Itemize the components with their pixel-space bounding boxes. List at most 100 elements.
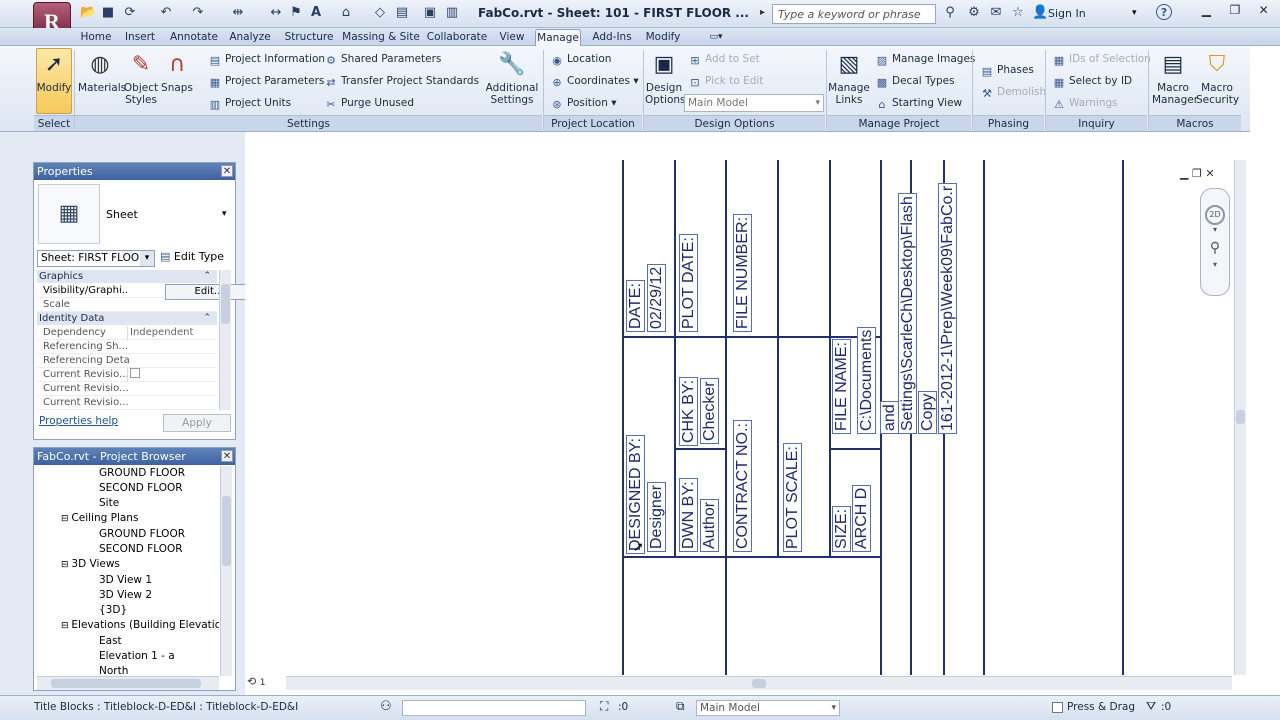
expand-arrow-icon[interactable]: ▸ — [760, 7, 765, 18]
warnings-button[interactable]: ⚠ Warnings — [1052, 94, 1118, 112]
sync-icon[interactable]: ⟳ — [122, 5, 138, 21]
user-icon[interactable]: 👤 — [1032, 5, 1048, 21]
design-options-button[interactable]: ▣ Design Options — [645, 50, 686, 106]
close-icon[interactable]: ✕ — [221, 450, 233, 462]
main-model-select[interactable]: Main Model ▾ — [684, 94, 824, 112]
demolish-button[interactable]: ⚒ Demolish — [980, 83, 1046, 101]
open-icon[interactable]: 📂 — [80, 5, 96, 21]
manage-links-button[interactable]: ▧ Manage Links — [828, 50, 870, 106]
tab-analyze[interactable]: Analyze — [226, 29, 274, 46]
close-view-button[interactable]: ✕ — [1205, 167, 1214, 180]
section-icon[interactable]: ◇ — [372, 5, 388, 21]
edit-type-button[interactable]: ▤ Edit Type — [160, 250, 224, 263]
switch-windows-icon[interactable]: ▣ — [422, 5, 438, 21]
view-scale-icon[interactable]: 1 — [260, 678, 266, 688]
tree-item[interactable]: SECOND FLOOR — [37, 542, 219, 557]
shared-parameters-button[interactable]: ⚙ Shared Parameters — [324, 50, 441, 68]
restore-button[interactable]: ❐ — [1221, 0, 1250, 22]
drawing-canvas[interactable]: DATE: 02/29/12 PLOT DATE: FILE NUMBER: D… — [245, 160, 1232, 675]
press-drag-checkbox[interactable] — [1052, 702, 1063, 713]
canvas-h-scrollbar[interactable] — [286, 676, 1232, 690]
collapse-node-icon[interactable]: ⊟ — [61, 621, 71, 631]
tree-item[interactable]: ⊟ Elevations (Building Elevation) — [37, 618, 219, 634]
collapse-node-icon[interactable]: ⊟ — [61, 514, 71, 524]
favorites-icon[interactable]: ☆ — [1010, 5, 1026, 21]
group-identity-data[interactable]: Identity Data ⌃ — [37, 312, 217, 325]
steering-wheel-icon[interactable]: 2D — [1205, 205, 1225, 225]
communication-icon[interactable]: ✉ — [988, 5, 1004, 21]
apply-button[interactable]: Apply — [163, 414, 231, 432]
tab-modify[interactable]: Modify — [644, 29, 682, 46]
tag-icon[interactable]: ⚑ — [288, 5, 304, 21]
3d-view-icon[interactable]: ⌂ — [338, 5, 354, 21]
subscription-icon[interactable]: ⚙ — [966, 5, 982, 21]
tab-annotate[interactable]: Annotate — [168, 29, 220, 46]
tree-item[interactable]: ⊟ 3D Views — [37, 557, 219, 573]
save-icon[interactable]: ■ — [100, 5, 116, 21]
workset-field[interactable] — [402, 700, 586, 716]
undo-icon[interactable]: ↶ — [158, 5, 174, 21]
tree-item[interactable]: Site — [37, 496, 219, 511]
zoom-icon[interactable]: ⚲ — [1208, 240, 1222, 260]
tab-insert[interactable]: Insert — [120, 29, 160, 46]
browser-h-scrollbar[interactable] — [37, 676, 219, 690]
detail-line-icon[interactable]: ▤ — [394, 5, 410, 21]
object-styles-button[interactable]: ✎ Object Styles — [122, 50, 160, 106]
tab-view[interactable]: View — [496, 29, 528, 46]
macro-manager-button[interactable]: ▤ Macro Manager — [1152, 50, 1198, 106]
measure-icon[interactable]: ⇹ — [230, 5, 246, 21]
checkbox[interactable] — [130, 368, 140, 378]
pick-to-edit-button[interactable]: ⊡ Pick to Edit — [688, 72, 763, 90]
tree-item[interactable]: {3D} — [37, 603, 219, 618]
worksets-icon[interactable]: ⚇ — [380, 699, 392, 714]
close-hidden-icon[interactable]: ▥ — [444, 5, 460, 21]
type-selector-chevron-icon[interactable]: ▾ — [222, 209, 227, 219]
project-information-button[interactable]: ▤ Project Information — [208, 50, 325, 68]
macro-security-button[interactable]: ⛉ Macro Security — [1196, 50, 1239, 106]
close-button[interactable]: ✕ — [1249, 0, 1278, 22]
tree-item[interactable]: Elevation 1 - a — [37, 649, 219, 664]
sign-in-button[interactable]: Sign In — [1048, 7, 1086, 20]
restore-view-button[interactable]: ❐ — [1192, 167, 1202, 180]
tab-structure[interactable]: Structure — [282, 29, 336, 46]
chevron-down-icon[interactable]: ▾ — [1201, 260, 1229, 269]
purge-unused-button[interactable]: ✂ Purge Unused — [324, 94, 414, 112]
location-button[interactable]: ◉ Location — [550, 50, 611, 68]
position-button[interactable]: ⊛ Position ▾ — [550, 94, 616, 112]
ids-of-selection-button[interactable]: ▦ IDs of Selection — [1052, 50, 1151, 68]
materials-button[interactable]: ◍ Materials — [78, 50, 126, 94]
filter-icon[interactable]: ⛶ — [600, 699, 608, 714]
design-option-icon[interactable]: ⧉ — [676, 699, 685, 714]
funnel-icon[interactable]: ⛛ — [1146, 699, 1156, 714]
modify-button[interactable]: ➚ Modify — [36, 50, 72, 94]
select-by-id-button[interactable]: ▦ Select by ID — [1052, 72, 1132, 90]
decal-types-button[interactable]: ▩ Decal Types — [875, 72, 955, 90]
add-to-set-button[interactable]: ⊞ Add to Set — [688, 50, 759, 68]
manage-images-button[interactable]: ▨ Manage Images — [875, 50, 976, 68]
tree-item[interactable]: East — [37, 634, 219, 649]
properties-scrollbar[interactable] — [219, 270, 231, 410]
minimize-view-button[interactable]: ▁ — [1180, 167, 1188, 180]
collapse-node-icon[interactable]: ⊟ — [61, 560, 71, 570]
additional-settings-button[interactable]: 🔧 Additional Settings — [484, 50, 540, 106]
design-option-select[interactable]: Main Model ▾ — [696, 700, 840, 716]
ribbon-toggle-icon[interactable]: ▭▾ — [706, 29, 726, 46]
tab-collaborate[interactable]: Collaborate — [426, 29, 488, 46]
project-units-button[interactable]: ▥ Project Units — [208, 94, 291, 112]
browser-scrollbar[interactable] — [220, 466, 232, 676]
group-graphics[interactable]: Graphics ⌃ — [37, 270, 217, 283]
search-input[interactable]: Type a keyword or phrase — [772, 4, 936, 24]
starting-view-button[interactable]: ⌂ Starting View — [875, 94, 963, 112]
canvas-v-scrollbar[interactable] — [1234, 160, 1246, 675]
phases-button[interactable]: ▤ Phases — [980, 61, 1034, 79]
transfer-project-standards-button[interactable]: ⇄ Transfer Project Standards — [324, 72, 479, 90]
tree-item[interactable]: SECOND FLOOR — [37, 481, 219, 496]
tree-item[interactable]: 3D View 2 — [37, 588, 219, 603]
coordinates-button[interactable]: ⊕ Coordinates ▾ — [550, 72, 638, 90]
help-button[interactable]: ? — [1156, 4, 1172, 20]
minimize-button[interactable]: ▁ — [1192, 0, 1221, 22]
text-icon[interactable]: A — [308, 5, 324, 21]
tree-item[interactable]: GROUND FLOOR — [37, 466, 219, 481]
binoculars-icon[interactable]: ⚲ — [942, 5, 958, 21]
chevron-down-icon[interactable]: ▾ — [1132, 8, 1137, 18]
